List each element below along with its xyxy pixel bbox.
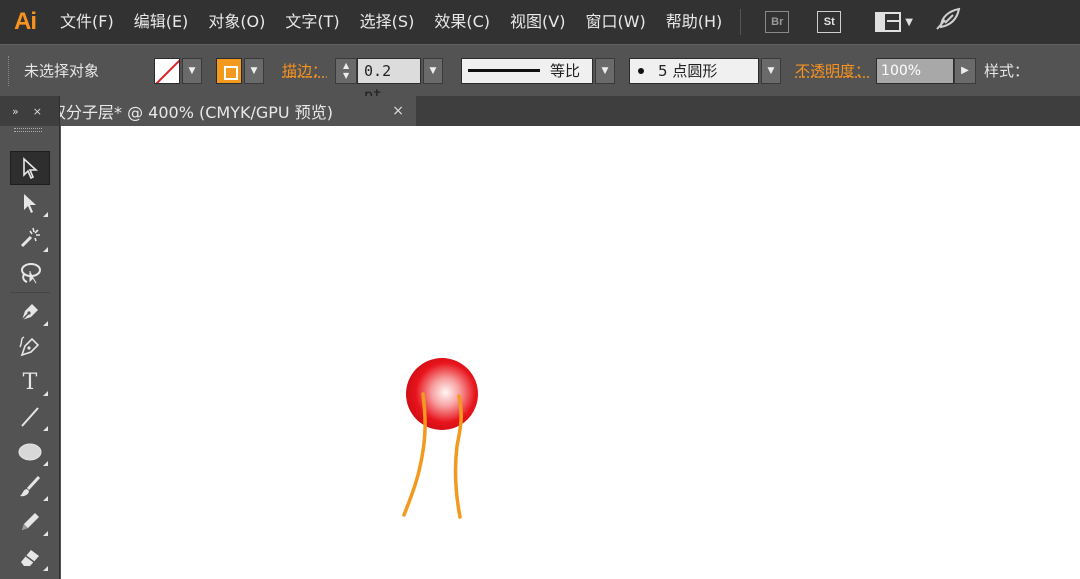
pen-tool[interactable]	[10, 295, 50, 329]
type-tool[interactable]: T	[10, 365, 50, 399]
paintbrush-tool[interactable]	[10, 470, 50, 504]
paintbrush-icon	[20, 475, 41, 497]
opacity-field[interactable]: 100%	[876, 57, 955, 84]
direct-selection-tool[interactable]	[10, 186, 50, 220]
eraser-icon	[21, 550, 39, 566]
tools-panel: » × T	[0, 96, 60, 579]
flyout-indicator	[43, 461, 48, 466]
pencil-icon	[22, 513, 39, 530]
phospholipid-head[interactable]	[406, 358, 478, 430]
caret-up-icon: ▲	[342, 60, 350, 70]
lasso-tool[interactable]	[10, 256, 50, 290]
ellipse-icon	[18, 443, 42, 461]
stroke-weight-dropdown[interactable]: ▼	[423, 57, 444, 84]
artwork	[402, 358, 478, 519]
lasso-icon	[21, 263, 41, 284]
control-bar: 未选择对象 ▼ ▼ 描边： ▲ ▼ 0.2 pt ▼ 等比 ▼ 5 点圆形 ▼ 不…	[0, 44, 1080, 104]
menu-select[interactable]: 选择(S)	[350, 0, 425, 44]
artboard-canvas[interactable]	[61, 126, 1080, 579]
menu-divider	[740, 9, 742, 35]
flyout-indicator	[43, 212, 48, 217]
chevron-down-icon: ▼	[905, 16, 913, 28]
flyout-indicator	[43, 566, 48, 571]
menu-type[interactable]: 文字(T)	[275, 0, 349, 44]
stroke-profile-select[interactable]: 等比	[461, 57, 594, 84]
flyout-indicator	[43, 531, 48, 536]
stroke-panel-link[interactable]: 描边：	[282, 60, 327, 81]
brush-dot-icon	[638, 67, 645, 74]
menu-file[interactable]: 文件(F)	[50, 0, 124, 44]
pen-icon	[21, 304, 38, 321]
expand-panel-icon[interactable]: »	[12, 105, 19, 118]
ellipse-tool[interactable]	[10, 435, 50, 469]
brush-dropdown[interactable]: ▼	[761, 57, 782, 84]
selection-arrow-icon	[23, 157, 39, 179]
stroke-profile-label: 等比	[550, 62, 581, 80]
bridge-button[interactable]: Br	[765, 11, 790, 33]
curvature-pen-icon	[19, 336, 40, 357]
opacity-slider-button[interactable]: ▶	[954, 57, 977, 84]
graphic-style-label[interactable]: 样式：	[984, 60, 1029, 81]
menu-view[interactable]: 视图(V)	[500, 0, 575, 44]
stroke-weight-stepper[interactable]: ▲ ▼	[335, 57, 358, 84]
line-segment-icon	[21, 407, 39, 427]
fill-dropdown-button[interactable]: ▼	[182, 57, 202, 84]
close-icon[interactable]: ×	[392, 103, 404, 119]
flyout-indicator	[43, 496, 48, 501]
workspace-layout-button[interactable]: ▼	[875, 12, 913, 32]
flyout-indicator	[43, 426, 48, 431]
type-t-icon: T	[22, 369, 38, 395]
menu-bar: Ai 文件(F) 编辑(E) 对象(O) 文字(T) 选择(S) 效果(C) 视…	[0, 0, 1080, 44]
opacity-panel-link[interactable]: 不透明度：	[795, 60, 870, 81]
magic-wand-tool[interactable]	[10, 221, 50, 255]
flyout-indicator	[43, 391, 48, 396]
line-segment-tool[interactable]	[10, 400, 50, 434]
document-tab-bar: 双分子层* @ 400% (CMYK/GPU 预览) ×	[0, 96, 1080, 126]
tools-panel-header: » ×	[0, 96, 59, 126]
magic-wand-icon	[20, 227, 40, 248]
brush-definition-select[interactable]: 5 点圆形	[629, 57, 760, 84]
stroke-dropdown-button[interactable]: ▼	[244, 57, 264, 84]
stroke-profile-preview	[468, 69, 541, 72]
selection-status: 未选择对象	[24, 62, 100, 80]
document-tab-title: 双分子层* @ 400% (CMYK/GPU 预览)	[50, 103, 333, 122]
pencil-tool[interactable]	[10, 505, 50, 539]
curvature-tool[interactable]	[10, 330, 50, 364]
stroke-profile-dropdown[interactable]: ▼	[595, 57, 616, 84]
selection-tool[interactable]	[10, 151, 50, 185]
menu-edit[interactable]: 编辑(E)	[124, 0, 199, 44]
menu-object[interactable]: 对象(O)	[198, 0, 275, 44]
menu-effect[interactable]: 效果(C)	[424, 0, 500, 44]
control-bar-grip[interactable]	[8, 55, 12, 86]
feather-icon[interactable]	[935, 7, 961, 37]
fill-swatch[interactable]	[154, 57, 180, 84]
menu-window[interactable]: 窗口(W)	[575, 0, 655, 44]
illustrator-logo: Ai	[14, 8, 37, 35]
document-tab[interactable]: 双分子层* @ 400% (CMYK/GPU 预览) ×	[50, 96, 416, 126]
stroke-swatch[interactable]	[216, 57, 242, 84]
eraser-tool[interactable]	[10, 540, 50, 574]
close-panel-icon[interactable]: ×	[33, 105, 42, 118]
brush-label: 5 点圆形	[658, 62, 718, 80]
menu-help[interactable]: 帮助(H)	[656, 0, 733, 44]
caret-down-icon: ▼	[342, 70, 350, 80]
stock-button[interactable]: St	[817, 11, 842, 33]
stroke-weight-field[interactable]: 0.2 pt	[357, 57, 422, 104]
flyout-indicator	[43, 321, 48, 326]
tool-divider	[10, 292, 50, 293]
flyout-indicator	[43, 247, 48, 252]
layout-icon	[875, 12, 902, 32]
direct-selection-icon	[24, 194, 36, 213]
